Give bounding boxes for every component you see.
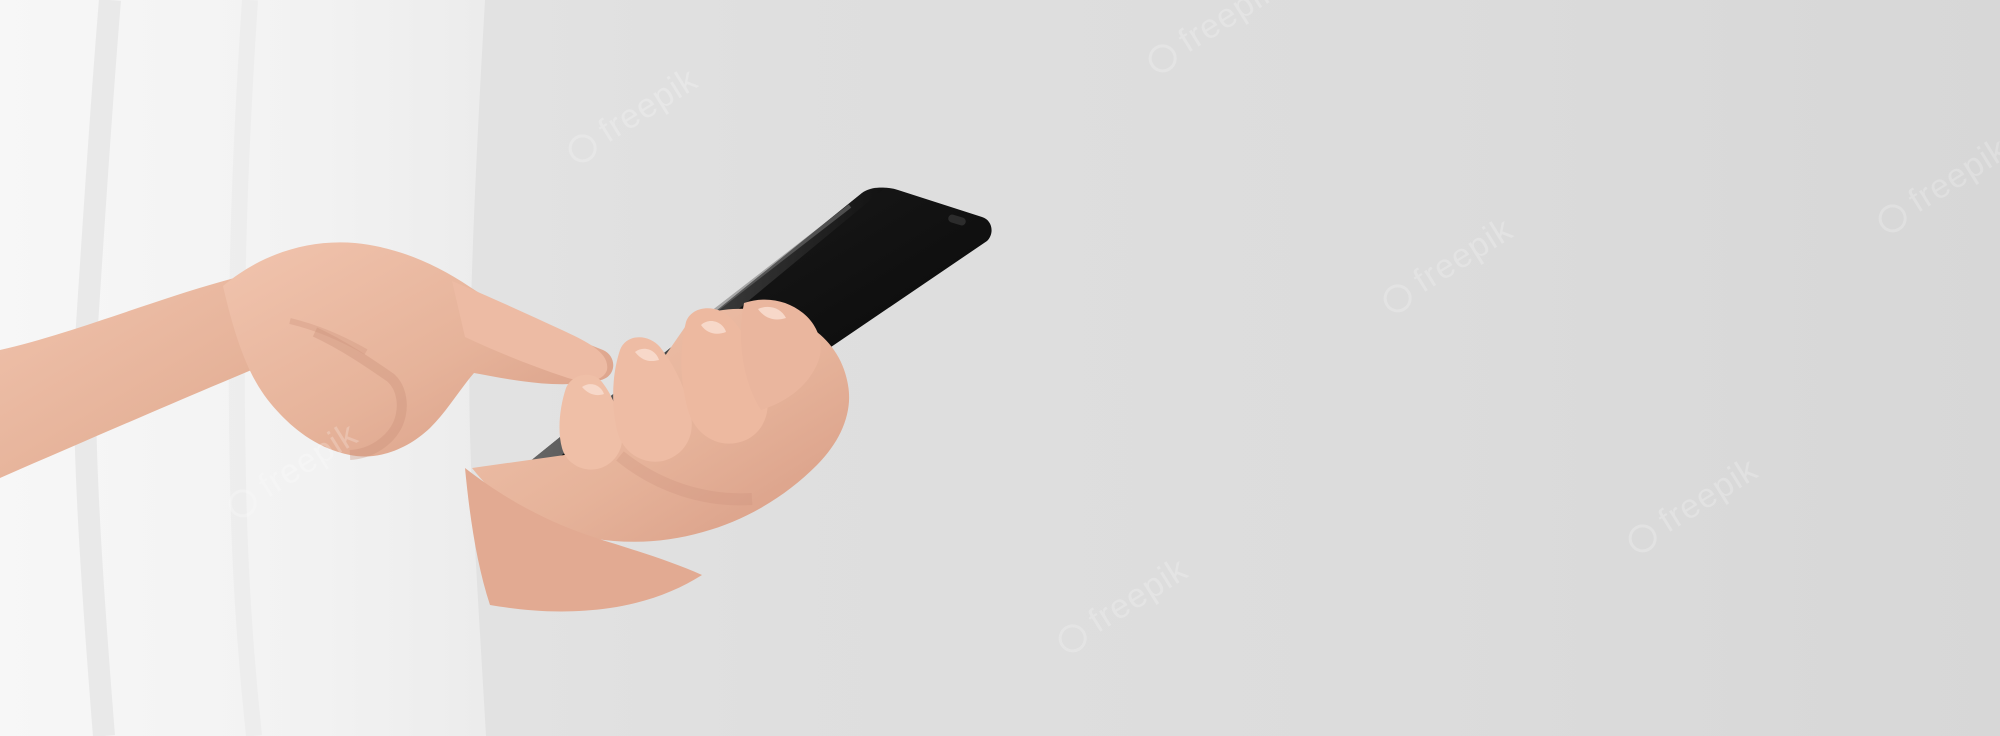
illustration [0, 0, 992, 736]
photo-scene: freepik freepik freepik freepik freepik … [0, 0, 2000, 736]
